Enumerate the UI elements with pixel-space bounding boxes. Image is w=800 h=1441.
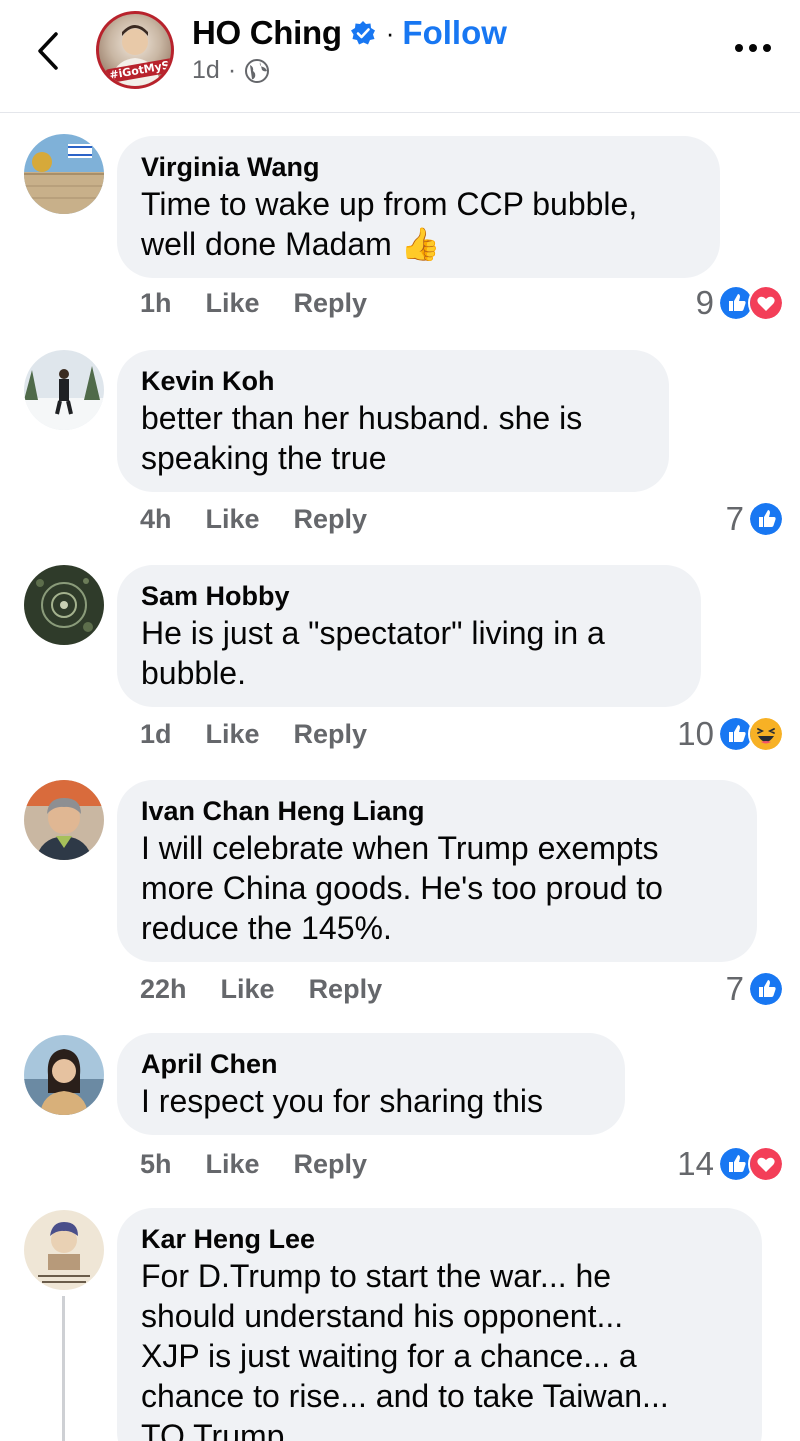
comment-time[interactable]: 4h [140,504,172,535]
reaction-summary[interactable]: 10 [677,715,784,753]
reply-button[interactable]: Reply [309,974,383,1005]
header-title-row: HO Ching · Follow [192,12,507,54]
comment-text-line: I will celebrate when Trump exempts [141,830,659,866]
comment-text-line: bubble. [141,655,246,691]
comment-text-line: XJP is just waiting for a chance... a [141,1338,637,1374]
comment-text-line: well done Madam 👍 [141,226,441,262]
like-button[interactable]: Like [206,288,260,319]
reaction-count: 14 [677,1145,714,1182]
reaction-count: 7 [725,970,744,1007]
reaction-summary[interactable]: 9 [696,284,784,322]
comment-author[interactable]: Sam Hobby [141,579,677,613]
comment-bubble: Kevin Koh better than her husband. she i… [117,350,669,492]
comment-actions: 5h Like Reply [140,1149,367,1180]
comment-time[interactable]: 1h [140,288,172,319]
comment-actions: 4h Like Reply [140,504,367,535]
comment-author[interactable]: Kar Heng Lee [141,1222,738,1256]
avatar[interactable] [24,350,104,430]
avatar[interactable] [24,565,104,645]
comment-text-line: For D.Trump to start the war... he [141,1258,612,1294]
page-avatar[interactable]: #iGotMyShot [96,11,174,89]
reaction-count: 10 [677,715,714,752]
reaction-summary[interactable]: 14 [677,1145,784,1183]
comment-time[interactable]: 22h [140,974,187,1005]
comment-text-line: should understand his opponent... [141,1298,624,1334]
avatar[interactable] [24,1210,104,1290]
header-dot-separator: · [385,17,395,48]
love-reaction-icon [748,285,784,321]
like-button[interactable]: Like [221,974,275,1005]
globe-icon [245,58,270,83]
comment-bubble: Ivan Chan Heng Liang I will celebrate wh… [117,780,757,962]
reaction-summary[interactable]: 7 [726,500,784,538]
comment-time[interactable]: 5h [140,1149,172,1180]
meta-dot: · [227,56,237,84]
comment-author[interactable]: Virginia Wang [141,150,696,184]
post-header: #iGotMyShot HO Ching · Follow 1d · [0,0,800,113]
comment-bubble: April Chen I respect you for sharing thi… [117,1033,625,1135]
reaction-count: 7 [725,500,744,537]
comment-text-line: more China goods. He's too proud to [141,870,663,906]
avatar-illustration [24,1210,104,1290]
comment-bubble: Sam Hobby He is just a "spectator" livin… [117,565,701,707]
reply-button[interactable]: Reply [294,1149,368,1180]
verified-badge-icon [350,21,375,45]
like-reaction-icon [748,971,784,1007]
follow-button[interactable]: Follow [402,14,506,52]
like-button[interactable]: Like [206,719,260,750]
reaction-count: 9 [695,284,714,321]
comment-text-line: chance to rise... and to take Taiwan... [141,1378,669,1414]
more-dots-icon[interactable] [734,42,772,54]
comment-actions: 22h Like Reply [140,974,382,1005]
love-reaction-icon [748,1146,784,1182]
avatar-photo-aerial [24,565,104,645]
comment-text-line: speaking the true [141,440,387,476]
post-time[interactable]: 1d [192,56,220,85]
reply-button[interactable]: Reply [294,288,368,319]
comment-text-line: I respect you for sharing this [141,1083,543,1119]
haha-reaction-icon [748,716,784,752]
comment-text-line: Time to wake up from CCP bubble, [141,186,638,222]
avatar[interactable] [24,134,104,214]
reaction-summary[interactable]: 7 [726,970,784,1008]
comment-text-line: reduce the 145%. [141,910,392,946]
comment-text-line: TO Trump [141,1418,285,1441]
comment-actions: 1d Like Reply [140,719,367,750]
comment-bubble: Kar Heng Lee For D.Trump to start the wa… [117,1208,762,1441]
chevron-left-icon[interactable] [30,28,66,74]
avatar-photo-western-wall [24,134,104,214]
reply-button[interactable]: Reply [294,719,368,750]
avatar[interactable] [24,780,104,860]
comment-author[interactable]: April Chen [141,1047,601,1081]
comment-text-line: better than her husband. she is [141,400,583,436]
post-meta: 1d · [192,56,270,85]
avatar-photo-portrait [24,780,104,860]
reply-button[interactable]: Reply [294,504,368,535]
reply-thread-line [62,1296,65,1441]
page-name[interactable]: HO Ching [192,14,342,52]
avatar-photo-snow [24,350,104,430]
comment-bubble: Virginia Wang Time to wake up from CCP b… [117,136,720,278]
avatar[interactable] [24,1035,104,1115]
like-reaction-icon [748,501,784,537]
like-button[interactable]: Like [206,504,260,535]
comment-time[interactable]: 1d [140,719,172,750]
comment-actions: 1h Like Reply [140,288,367,319]
comment-author[interactable]: Kevin Koh [141,364,645,398]
comment: Kar Heng Lee For D.Trump to start the wa… [0,1208,800,1441]
like-button[interactable]: Like [206,1149,260,1180]
avatar-photo-selfie [24,1035,104,1115]
comment-author[interactable]: Ivan Chan Heng Liang [141,794,733,828]
comment-text-line: He is just a "spectator" living in a [141,615,605,651]
